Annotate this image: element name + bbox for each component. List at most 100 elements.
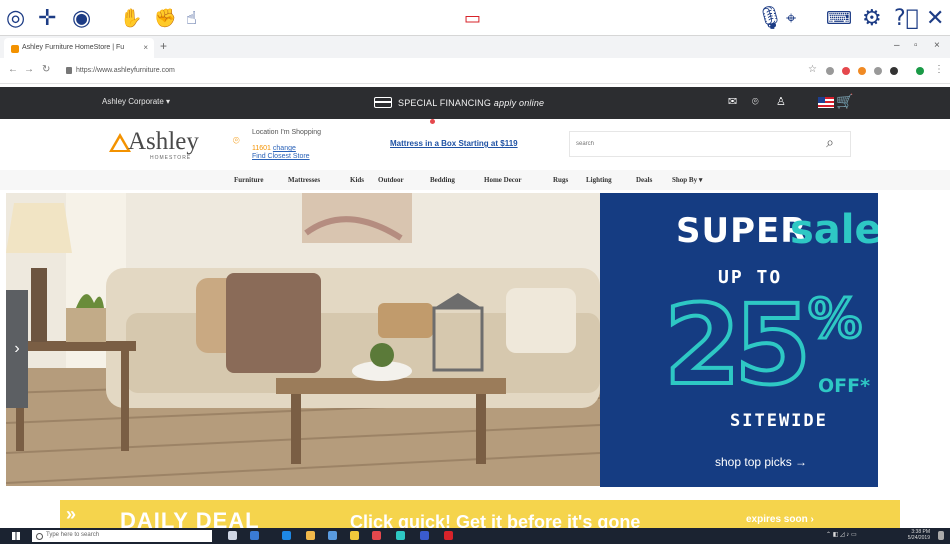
microphone-icon[interactable]: 🎙 <box>756 4 784 32</box>
logo-subtitle: HOMESTORE <box>150 155 192 161</box>
nav-item-mattresses[interactable]: Mattresses <box>288 176 320 184</box>
accessibility-toolbar: ◎ ✛ ◉ ✋ ✊ ☝ ▭ 🎙 ⌖ ⌨ ⚙ ?⃝ ✕ <box>0 0 950 36</box>
windows-start-icon[interactable] <box>12 532 20 540</box>
tab-close-icon[interactable]: × <box>143 43 148 52</box>
store-app-icon[interactable] <box>328 531 337 540</box>
nav-item-home-decor[interactable]: Home Decor <box>484 176 522 184</box>
sale-percentage: 25 <box>662 279 813 411</box>
find-store-link[interactable]: Find Closest Store <box>252 153 310 160</box>
nav-item-furniture[interactable]: Furniture <box>234 176 263 184</box>
forward-icon[interactable]: → <box>24 64 34 75</box>
reload-icon[interactable]: ↻ <box>42 64 50 75</box>
app-icon[interactable] <box>396 531 405 540</box>
financing-prefix: SPECIAL FINANCING <box>398 98 492 108</box>
nav-item-deals[interactable]: Deals <box>636 176 652 184</box>
hand-point-icon[interactable]: ☝ <box>186 4 197 32</box>
clock-date: 5/24/2019 <box>907 535 930 541</box>
hero-image[interactable] <box>6 193 600 486</box>
hand-swipe-icon[interactable]: ✋ <box>120 4 142 32</box>
mic-app-icon[interactable] <box>228 531 237 540</box>
edge-app-icon[interactable] <box>282 531 291 540</box>
financing-suffix: apply online <box>493 98 545 108</box>
system-tray-icons[interactable]: ⌃ ◧ ◿ ♪ ▭ <box>826 531 857 538</box>
credit-card-icon <box>374 97 392 108</box>
change-location-link[interactable]: change <box>273 145 296 152</box>
notification-icon[interactable] <box>938 531 944 540</box>
deal-title: DAILY DEAL <box>120 508 260 528</box>
nav-item-bedding[interactable]: Bedding <box>430 176 455 184</box>
browser-tab[interactable]: Ashley Furniture HomeStore | Fu × <box>4 38 154 58</box>
extension-icon[interactable] <box>826 67 834 75</box>
nav-item-lighting[interactable]: Lighting <box>586 176 612 184</box>
extension-icon[interactable] <box>890 67 898 75</box>
sale-super: SUPER <box>676 211 808 251</box>
deal-expires[interactable]: expires soon › <box>746 514 814 525</box>
extension-icon[interactable] <box>874 67 882 75</box>
nav-item-shop-by[interactable]: Shop By ▾ <box>672 176 702 184</box>
keyboard-icon[interactable]: ⌨ <box>826 4 852 32</box>
extension-icon[interactable] <box>858 67 866 75</box>
sale-off: OFF* <box>818 375 871 397</box>
nav-item-outdoor[interactable]: Outdoor <box>378 176 404 184</box>
mattress-promo-link[interactable]: Mattress in a Box Starting at $119 <box>390 139 518 148</box>
minimize-icon[interactable]: – <box>894 40 900 51</box>
taskbar-search-placeholder: Type here to search <box>46 532 100 538</box>
browser-tab-strip: Ashley Furniture HomeStore | Fu × + – ▫ … <box>0 36 950 58</box>
settings-dial-icon[interactable]: ◎ <box>6 4 25 32</box>
account-icon[interactable]: ♙ <box>776 95 786 108</box>
address-bar-row: ← → ↻ https://www.ashleyfurniture.com ☆ … <box>0 58 950 84</box>
search-icon[interactable]: ⌕ <box>826 135 834 151</box>
app-icon[interactable] <box>444 531 453 540</box>
star-icon[interactable]: ☆ <box>808 64 817 75</box>
taskbar-search[interactable]: Type here to search <box>32 530 212 542</box>
nav-item-kids[interactable]: Kids <box>350 176 364 184</box>
explorer-app-icon[interactable] <box>306 531 315 540</box>
move-cross-icon[interactable]: ✛ <box>38 4 56 32</box>
hand-grab-icon[interactable]: ✊ <box>154 4 176 32</box>
carousel-prev-button[interactable]: › <box>6 290 28 408</box>
profile-icon[interactable] <box>916 67 924 75</box>
site-utility-bar: Ashley Corporate ▾ SPECIAL FINANCING app… <box>0 87 950 119</box>
app-icon[interactable] <box>420 531 429 540</box>
new-tab-button[interactable]: + <box>160 39 167 53</box>
target-icon[interactable]: ◉ <box>72 4 91 32</box>
search-box: ⌕ <box>569 131 851 157</box>
cart-icon[interactable]: 🛒 <box>836 94 853 110</box>
screen-touch-icon[interactable]: ▭ <box>464 4 481 32</box>
cursor-settings-icon[interactable]: ⌖ <box>786 4 796 32</box>
task-view-icon[interactable] <box>250 531 259 540</box>
deal-chevron-icon: » <box>66 504 77 524</box>
sale-banner[interactable]: SUPER sale UP TO 25 % OFF* SITEWIDE shop… <box>600 193 878 487</box>
us-flag-icon[interactable] <box>818 97 834 108</box>
tab-title: Ashley Furniture HomeStore | Fu <box>22 44 125 51</box>
zip-line: 11601 change <box>252 145 296 152</box>
files-app-icon[interactable] <box>350 531 359 540</box>
zip-code: 11601 <box>252 145 271 152</box>
gear-icon[interactable]: ⚙ <box>862 4 882 32</box>
menu-icon[interactable]: ⋮ <box>934 64 944 75</box>
location-icon[interactable]: ⌾ <box>752 95 759 109</box>
nav-item-rugs[interactable]: Rugs <box>553 176 568 184</box>
back-icon[interactable]: ← <box>8 64 18 75</box>
daily-deal-banner[interactable]: » DAILY DEAL Click quick! Get it before … <box>60 500 900 528</box>
window-close-icon[interactable]: × <box>934 40 940 51</box>
page-gutter <box>878 193 950 487</box>
sale-word: sale <box>790 207 878 253</box>
corporate-menu[interactable]: Ashley Corporate ▾ <box>102 97 170 106</box>
close-icon[interactable]: ✕ <box>926 4 944 32</box>
search-input[interactable] <box>576 138 806 150</box>
maximize-icon[interactable]: ▫ <box>914 40 918 51</box>
chrome-app-icon[interactable] <box>372 531 381 540</box>
extension-icon[interactable] <box>842 67 850 75</box>
logo[interactable]: Ashley <box>128 128 199 156</box>
shop-top-picks-link[interactable]: shop top picks → <box>715 455 807 469</box>
sale-percent-sign: % <box>806 286 863 352</box>
url-field[interactable]: https://www.ashleyfurniture.com <box>64 63 764 79</box>
mail-icon[interactable]: ✉ <box>728 95 737 108</box>
help-icon[interactable]: ?⃝ <box>894 4 919 32</box>
windows-taskbar: Type here to search ⌃ ◧ ◿ ♪ ▭ 3:38 PM 5/… <box>0 528 950 544</box>
financing-link[interactable]: SPECIAL FINANCING apply online <box>398 98 544 108</box>
cursor-dot <box>430 119 435 124</box>
clock[interactable]: 3:38 PM 5/24/2019 <box>900 529 930 541</box>
favicon-icon <box>11 45 19 53</box>
